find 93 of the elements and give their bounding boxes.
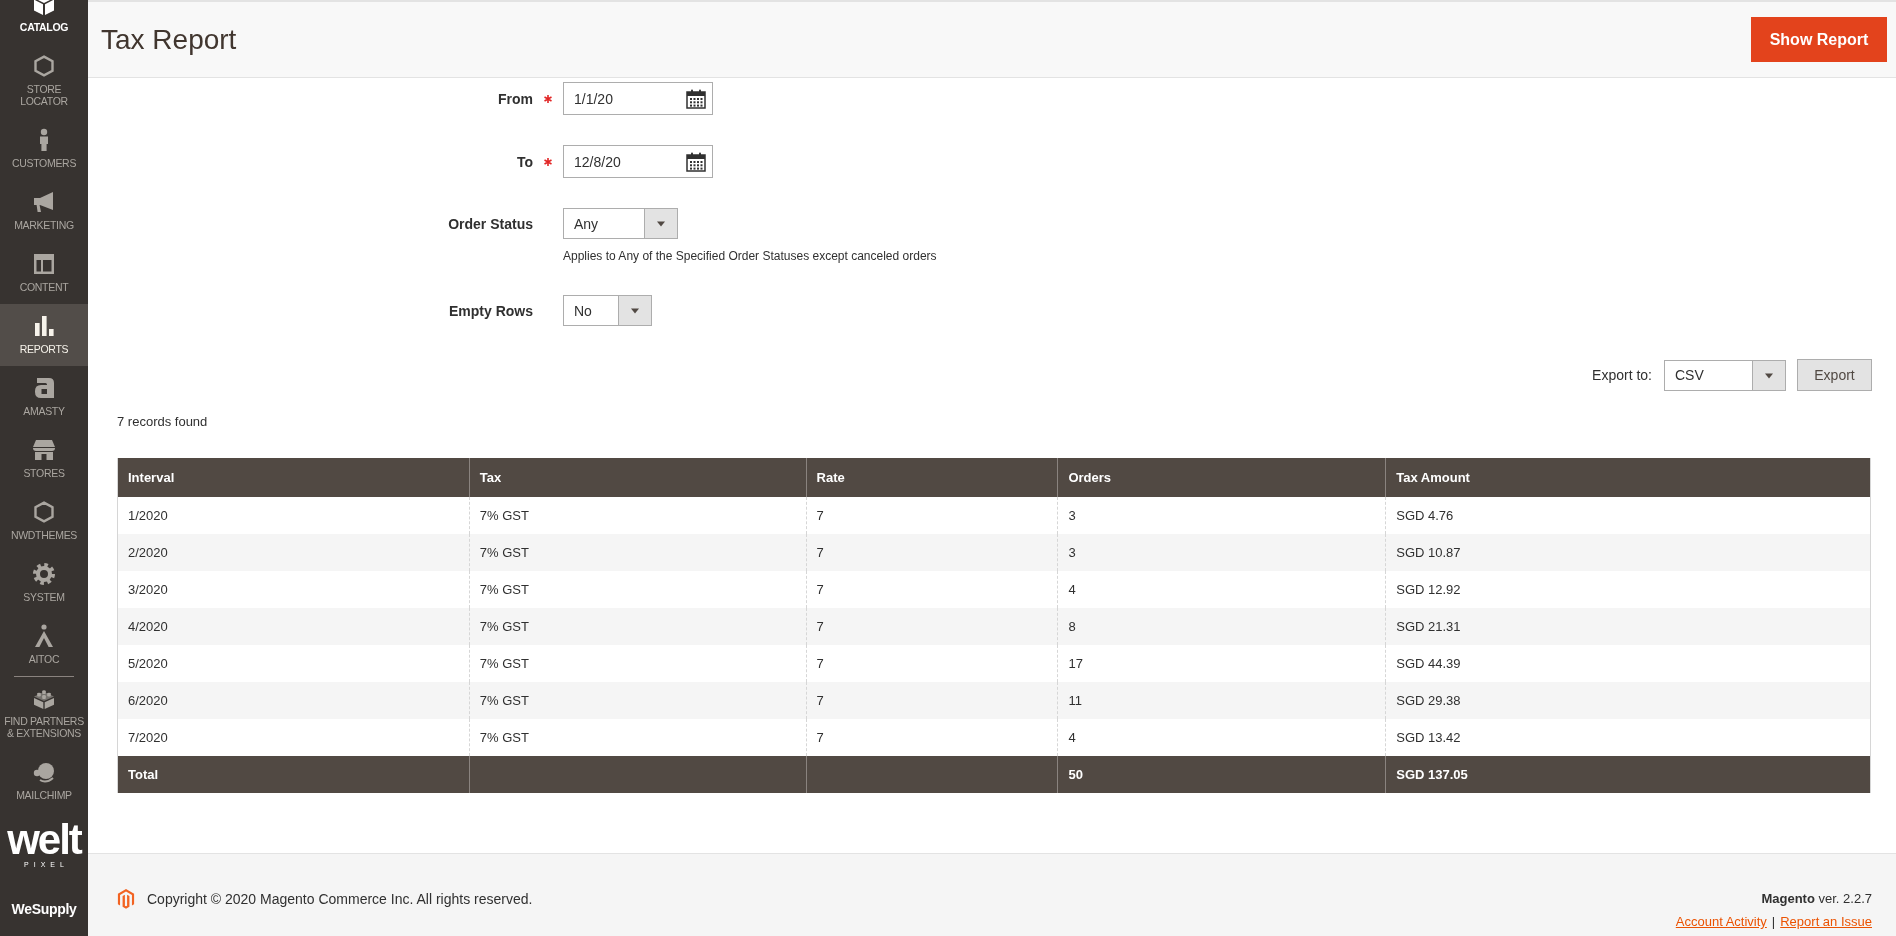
total-cell: Total <box>117 756 470 793</box>
table-cell: 7 <box>806 682 1058 719</box>
table-cell: 7% GST <box>469 571 807 608</box>
table-cell: 7% GST <box>469 534 807 571</box>
table-cell: 4 <box>1057 719 1386 756</box>
nav-item[interactable]: MAILCHIMP <box>0 750 88 812</box>
field-label: From <box>498 90 533 107</box>
table-cell: SGD 10.87 <box>1385 534 1871 571</box>
link-separator: | <box>1771 914 1776 930</box>
export-button[interactable]: Export <box>1797 359 1872 391</box>
gear-icon <box>32 562 56 586</box>
table-cell: 17 <box>1057 645 1386 682</box>
nav-item[interactable]: STORES <box>0 428 88 490</box>
date-field[interactable]: 1/1/20 <box>563 82 713 115</box>
a-shape-icon <box>32 376 56 400</box>
column-header: Tax <box>469 458 807 497</box>
version-text: Magento ver. 2.2.7 <box>1761 891 1872 907</box>
field-label: Empty Rows <box>449 302 533 319</box>
calendar-icon[interactable] <box>686 151 706 172</box>
table-cell: 7% GST <box>469 645 807 682</box>
megaphone-icon <box>32 190 56 214</box>
table-cell: 7 <box>806 719 1058 756</box>
export-format-select[interactable]: CSV <box>1664 359 1786 391</box>
table-cell: 7% GST <box>469 719 807 756</box>
column-header: Orders <box>1057 458 1386 497</box>
copyright-text: Copyright © 2020 Magento Commerce Inc. All rights reserved. <box>147 891 533 907</box>
table-cell: 7% GST <box>469 682 807 719</box>
field-label: To <box>516 153 533 170</box>
table-cell: 7 <box>806 497 1058 534</box>
nav-item[interactable]: AITOC <box>0 614 88 676</box>
table-cell: 1/2020 <box>117 497 470 534</box>
table-cell: SGD 4.76 <box>1385 497 1871 534</box>
hexagon-icon <box>32 500 56 524</box>
table-cell: 3/2020 <box>117 571 470 608</box>
logo-icon <box>117 889 135 909</box>
total-cell: 50 <box>1057 756 1386 793</box>
nav-item[interactable]: STORE LOCATOR <box>0 44 88 118</box>
table-cell: SGD 29.38 <box>1385 682 1871 719</box>
storefront-icon <box>32 438 56 462</box>
table-cell: 7% GST <box>469 497 807 534</box>
select-field[interactable]: Any <box>563 208 678 239</box>
table-cell: 3 <box>1057 534 1386 571</box>
table-cell: 5/2020 <box>117 645 470 682</box>
table-cell: 7 <box>806 571 1058 608</box>
table-cell: 11 <box>1057 682 1386 719</box>
table-cell: SGD 44.39 <box>1385 645 1871 682</box>
layout-icon <box>32 252 56 276</box>
field-note: Applies to Any of the Specified Order Statuses except canceled orders <box>563 248 937 265</box>
table-cell: 6/2020 <box>117 682 470 719</box>
caret-icon[interactable] <box>618 296 651 325</box>
table-cell: 7 <box>806 534 1058 571</box>
column-header: Interval <box>117 458 470 497</box>
table-cell: SGD 21.31 <box>1385 608 1871 645</box>
calendar-icon[interactable] <box>686 88 706 109</box>
nav-item[interactable]: NWDTHEMES <box>0 490 88 552</box>
nav-item[interactable]: MARKETING <box>0 180 88 242</box>
table-cell: 4/2020 <box>117 608 470 645</box>
logo-text: welt <box>7 820 81 860</box>
bar-chart-icon <box>32 314 56 338</box>
field-label: Order Status <box>448 215 533 232</box>
logo-text[interactable]: WeSupply <box>0 891 88 928</box>
table-cell: 7 <box>806 608 1058 645</box>
table-cell: SGD 13.42 <box>1385 719 1871 756</box>
records-count: 7 records found <box>117 414 208 429</box>
nav-item[interactable]: SYSTEM <box>0 552 88 614</box>
nav-item[interactable]: AMASTY <box>0 366 88 428</box>
nav-item[interactable]: CUSTOMERS <box>0 118 88 180</box>
triangle-dot-icon <box>32 624 56 648</box>
show-report-button[interactable]: Show Report <box>1751 17 1887 62</box>
column-header: Rate <box>806 458 1058 497</box>
table-cell: 3 <box>1057 497 1386 534</box>
head-profile-icon <box>32 760 56 784</box>
table-cell: 7/2020 <box>117 719 470 756</box>
date-field[interactable]: 12/8/20 <box>563 145 713 178</box>
table-cell: 7% GST <box>469 608 807 645</box>
footer-link[interactable]: Report an Issue <box>1780 914 1872 930</box>
table-cell: 8 <box>1057 608 1386 645</box>
table-cell: SGD 12.92 <box>1385 571 1871 608</box>
hexagon-icon <box>32 54 56 78</box>
caret-icon[interactable] <box>644 209 677 238</box>
nav-item[interactable]: CATALOG <box>0 0 88 44</box>
table-cell: 2/2020 <box>117 534 470 571</box>
total-cell: SGD 137.05 <box>1385 756 1871 793</box>
nav-item[interactable]: REPORTS <box>0 304 88 366</box>
table-cell: 7 <box>806 645 1058 682</box>
caret-icon[interactable] <box>1752 360 1785 390</box>
export-label: Export to: <box>1592 367 1652 383</box>
column-header: Tax Amount <box>1385 458 1871 497</box>
page-title: Tax Report <box>101 22 237 57</box>
nav-item[interactable]: CONTENT <box>0 242 88 304</box>
select-field[interactable]: No <box>563 295 652 326</box>
footer-link[interactable]: Account Activity <box>1675 914 1767 930</box>
table-cell: 4 <box>1057 571 1386 608</box>
